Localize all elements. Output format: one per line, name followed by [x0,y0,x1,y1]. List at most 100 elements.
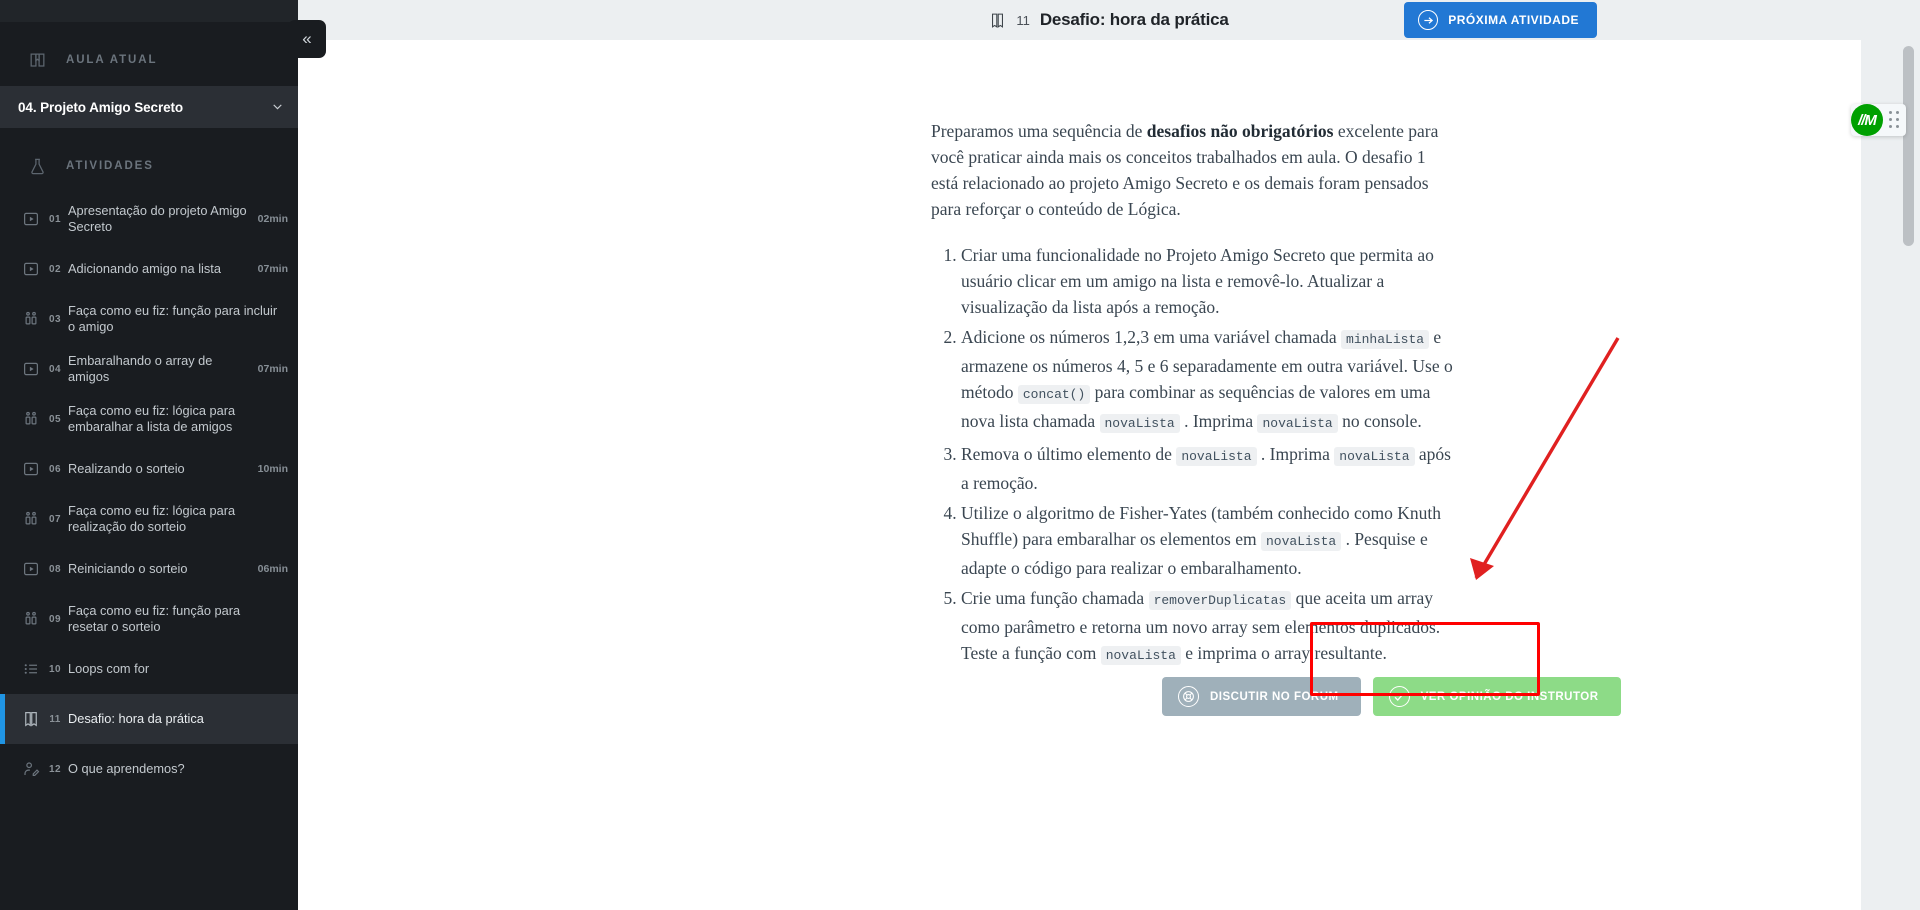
current-class-selector[interactable]: 04. Projeto Amigo Secreto [0,86,298,128]
activity-label: Adicionando amigo na lista [68,261,221,276]
drag-dots-icon[interactable] [1886,109,1902,131]
activity-number: 10 [49,663,61,675]
book-open-icon [20,708,42,730]
activity-label: Faça como eu fiz: função para incluir o … [68,303,278,334]
sidebar-section-activities: ATIVIDADES [0,144,298,188]
user-edit-icon [20,758,42,780]
sidebar-activity-05[interactable]: 05 Faça como eu fiz: lógica para embaralh… [0,394,298,444]
topbar: 11 Desafio: hora da prática PRÓXIMA ATIV… [298,0,1920,40]
next-activity-button[interactable]: PRÓXIMA ATIVIDADE [1404,2,1597,38]
sidebar-activity-02[interactable]: 02 Adicionando amigo na lista 07min [0,244,298,294]
article-intro: Preparamos uma sequência de desafios não… [931,118,1456,222]
activity-label: Apresentação do projeto Amigo Secreto [68,203,247,234]
video-icon [20,358,42,380]
activity-label: Desafio: hora da prática [68,711,204,726]
sidebar-activity-09[interactable]: 09 Faça como eu fiz: função para resetar … [0,594,298,644]
lifebuoy-icon [1178,686,1199,707]
alura-badge-icon[interactable]: //M [1851,104,1883,136]
arrow-right-circle-icon [1418,10,1439,30]
intro-bold: desafios não obrigatórios [1146,121,1334,141]
sidebar-activity-03[interactable]: 03 Faça como eu fiz: função para incluir … [0,294,298,344]
challenge-item: Crie uma função chamada removerDuplicata… [961,585,1456,669]
activity-label: Reiniciando o sorteio [68,561,188,576]
floating-widget: //M [1851,104,1906,136]
sidebar-activity-01[interactable]: 01 Apresentação do projeto Amigo Secreto 0… [0,194,298,244]
current-class-label: 04. Projeto Amigo Secreto [18,99,184,115]
challenge-item: Utilize o algoritmo de Fisher-Yates (tam… [961,500,1456,581]
activity-duration: 10min [257,463,288,475]
book-open-icon [989,12,1006,29]
sidebar-activity-08[interactable]: 08 Reiniciando o sorteio 06min [0,544,298,594]
sidebar-activity-07[interactable]: 07 Faça como eu fiz: lógica para realizaç… [0,494,298,544]
course-sidebar: AULA ATUAL 04. Projeto Amigo Secreto ATI… [0,0,298,910]
sidebar-activity-06[interactable]: 06 Realizando o sorteio 10min [0,444,298,494]
inline-code: novaLista [1099,414,1180,433]
challenge-item: Adicione os números 1,2,3 em uma variáve… [961,324,1456,437]
inline-code: concat() [1017,385,1091,404]
sidebar-section-current-class: AULA ATUAL [0,38,298,82]
list-icon [20,658,42,680]
collapse-sidebar-button[interactable]: « [288,20,326,58]
video-icon [20,458,42,480]
inline-code: removerDuplicatas [1148,591,1292,610]
inline-code: novaLista [1100,646,1181,665]
sidebar-activity-04[interactable]: 04 Embaralhando o array de amigos 07min [0,344,298,394]
activity-number: 03 [49,313,61,325]
inline-code: novaLista [1176,447,1257,466]
sidebar-activity-10[interactable]: 10 Loops com for [0,644,298,694]
sidebar-activity-12[interactable]: 12 O que aprendemos? [0,744,298,794]
sidebar-section-title: AULA ATUAL [66,54,158,66]
next-activity-label: PRÓXIMA ATIVIDADE [1448,13,1579,27]
page-scrollbar-thumb[interactable] [1903,46,1914,246]
video-icon [20,208,42,230]
discuss-in-forum-label: DISCUTIR NO FORUM [1210,690,1339,703]
challenge-item: Criar uma funcionalidade no Projeto Amig… [961,242,1456,320]
activity-label: Faça como eu fiz: lógica para realização… [68,503,236,534]
activity-label: O que aprendemos? [68,761,185,776]
sidebar-activity-11[interactable]: 11 Desafio: hora da prática [0,694,298,744]
lesson-article: Preparamos uma sequência de desafios não… [931,118,1456,673]
sidebar-topbar [0,0,298,22]
view-instructor-opinion-button[interactable]: VER OPINIÃO DO INSTRUTOR [1372,677,1621,716]
check-circle-icon [1388,686,1410,707]
activity-duration: 02min [257,213,288,225]
activity-number: 02 [49,263,61,275]
activity-label: Realizando o sorteio [68,461,185,476]
activity-label: Embaralhando o array de amigos [68,353,213,384]
book-icon [26,49,48,71]
lesson-action-buttons: DISCUTIR NO FORUM VER OPINIÃO DO INSTRUT… [1162,677,1621,716]
sidebar-section-title: ATIVIDADES [66,160,154,172]
app-root: AULA ATUAL 04. Projeto Amigo Secreto ATI… [0,0,1920,910]
inline-code: minhaLista [1341,330,1430,349]
activity-number: 05 [49,413,61,425]
people-icon [20,308,42,330]
activity-number: 06 [49,463,61,475]
people-icon [20,408,42,430]
activity-number: 09 [49,613,61,625]
discuss-in-forum-button[interactable]: DISCUTIR NO FORUM [1162,677,1361,716]
chevron-down-icon [271,100,284,115]
intro-text-1: Preparamos uma sequência de [931,121,1147,141]
activity-number: 04 [49,363,61,375]
activity-number: 01 [49,213,61,225]
activity-number: 11 [49,713,61,725]
page-title: Desafio: hora da prática [1039,10,1229,29]
people-icon [20,508,42,530]
activity-number: 08 [49,563,61,575]
inline-code: novaLista [1257,414,1338,433]
topbar-title-group: 11 Desafio: hora da prática [298,10,1920,30]
challenge-item: Remova o último elemento de novaLista . … [961,441,1456,496]
activity-label: Faça como eu fiz: lógica para embaralhar… [68,403,236,434]
activity-number: 07 [49,513,61,525]
challenge-list: Criar uma funcionalidade no Projeto Amig… [961,242,1456,669]
activities-list: 01 Apresentação do projeto Amigo Secreto 0… [0,194,298,794]
topbar-lesson-number: 11 [1016,12,1030,28]
video-icon [20,558,42,580]
activity-duration: 06min [257,563,288,575]
inline-code: novaLista [1334,447,1415,466]
flask-icon [26,155,48,177]
lesson-sheet: Preparamos uma sequência de desafios não… [298,40,1861,910]
main-content: Preparamos uma sequência de desafios não… [298,0,1920,910]
people-icon [20,608,42,630]
activity-duration: 07min [257,363,288,375]
